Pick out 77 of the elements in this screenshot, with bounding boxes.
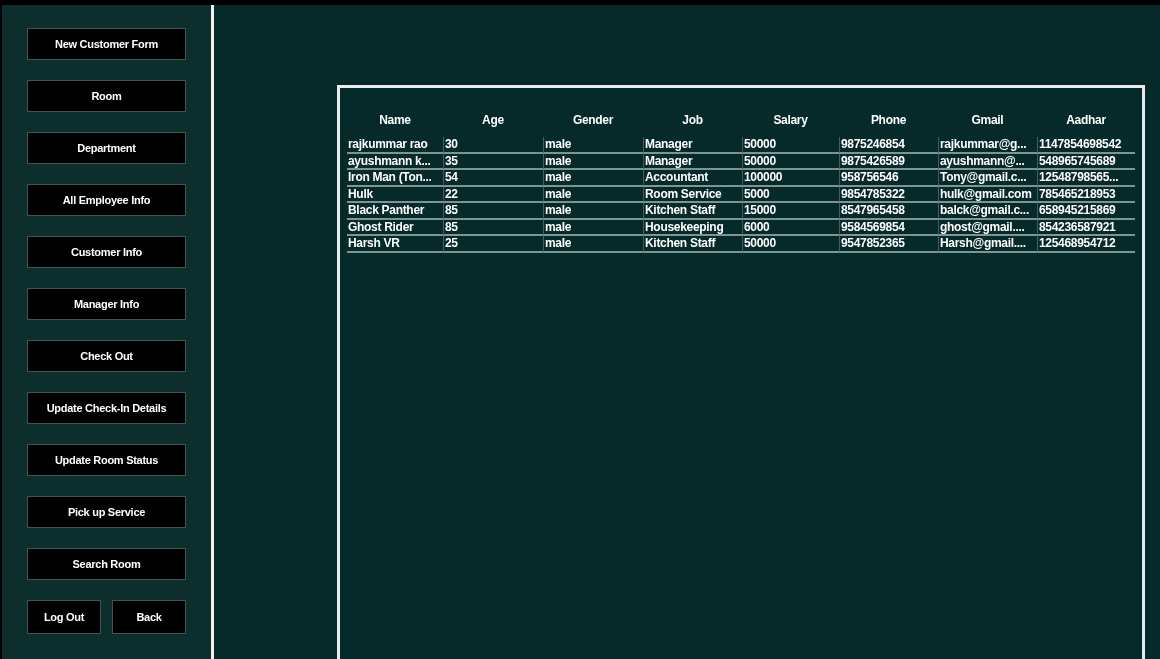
column-header: Gender bbox=[571, 112, 615, 129]
table-cell: Hulk bbox=[347, 186, 443, 203]
table-cell: ghost@gmail.... bbox=[938, 219, 1037, 236]
table-cell: 958756546 bbox=[839, 170, 938, 187]
table-cell: Accountant bbox=[643, 170, 742, 187]
table-cell: ayushmann k... bbox=[347, 153, 443, 170]
table-cell: 9854785322 bbox=[839, 186, 938, 203]
column-header: Salary bbox=[772, 112, 809, 129]
menu-button[interactable]: All Employee Info bbox=[27, 184, 186, 216]
table-cell: 25 bbox=[443, 236, 543, 253]
column-header: Name bbox=[378, 112, 412, 129]
table-cell: 100000 bbox=[742, 170, 839, 187]
table-cell: 50000 bbox=[742, 236, 839, 253]
table-cell: 5000 bbox=[742, 186, 839, 203]
table-cell: 1147854698542 bbox=[1037, 137, 1135, 154]
table-cell: male bbox=[543, 219, 643, 236]
table-cell: rajkummar@g... bbox=[938, 137, 1037, 154]
table-cell: 9547852365 bbox=[839, 236, 938, 253]
menu-button[interactable]: Manager Info bbox=[27, 288, 186, 320]
table-cell: male bbox=[543, 137, 643, 154]
menu-button[interactable]: New Customer Form bbox=[27, 28, 186, 60]
column-header: Gmail bbox=[970, 112, 1005, 129]
table-cell: Harsh VR bbox=[347, 236, 443, 253]
menu-button[interactable]: Update Room Status bbox=[27, 444, 186, 476]
table-cell: 9875246854 bbox=[839, 137, 938, 154]
table-cell: Black Panther bbox=[347, 203, 443, 220]
menu-button[interactable]: Department bbox=[27, 132, 186, 164]
menu-button[interactable]: Update Check-In Details bbox=[27, 392, 186, 424]
back-button[interactable]: Back bbox=[112, 600, 186, 634]
table-cell: 8547965458 bbox=[839, 203, 938, 220]
table-cell: Iron Man (Ton... bbox=[347, 170, 443, 187]
column-header: Job bbox=[681, 112, 704, 129]
menu-button[interactable]: Check Out bbox=[27, 340, 186, 372]
column-header: Aadhar bbox=[1065, 112, 1107, 129]
table-cell: 30 bbox=[443, 137, 543, 154]
table-cell: 785465218953 bbox=[1037, 186, 1135, 203]
table-cell: 35 bbox=[443, 153, 543, 170]
table-cell: 548965745689 bbox=[1037, 153, 1135, 170]
logout-button[interactable]: Log Out bbox=[27, 600, 101, 634]
column-header: Age bbox=[481, 112, 505, 129]
table-cell: rajkummar rao bbox=[347, 137, 443, 154]
table-cell: 54 bbox=[443, 170, 543, 187]
table-cell: 9584569854 bbox=[839, 219, 938, 236]
table-cell: 50000 bbox=[742, 153, 839, 170]
table-cell: Kitchen Staff bbox=[643, 203, 742, 220]
table-cell: 125468954712 bbox=[1037, 236, 1135, 253]
table-cell: ayushmann@... bbox=[938, 153, 1037, 170]
table-cell: hulk@gmail.com bbox=[938, 186, 1037, 203]
table-cell: 15000 bbox=[742, 203, 839, 220]
table-cell: 22 bbox=[443, 186, 543, 203]
table-cell: 658945215869 bbox=[1037, 203, 1135, 220]
table-cell: 6000 bbox=[742, 219, 839, 236]
table-cell: 85 bbox=[443, 219, 543, 236]
menu-button[interactable]: Search Room bbox=[27, 548, 186, 580]
table-cell: balck@gmail.c... bbox=[938, 203, 1037, 220]
table-cell: Manager bbox=[643, 137, 742, 154]
table-cell: Housekeeping bbox=[643, 219, 742, 236]
table-cell: Kitchen Staff bbox=[643, 236, 742, 253]
table-cell: 854236587921 bbox=[1037, 219, 1135, 236]
table-cell: male bbox=[543, 236, 643, 253]
table-cell: male bbox=[543, 203, 643, 220]
table-cell: Tony@gmail.c... bbox=[938, 170, 1037, 187]
table-cell: Manager bbox=[643, 153, 742, 170]
table-cell: male bbox=[543, 186, 643, 203]
column-header: Phone bbox=[869, 112, 908, 129]
menu-button[interactable]: Customer Info bbox=[27, 236, 186, 268]
table-cell: 50000 bbox=[742, 137, 839, 154]
table-cell: male bbox=[543, 170, 643, 187]
table-cell: male bbox=[543, 153, 643, 170]
menu-button[interactable]: Pick up Service bbox=[27, 496, 186, 528]
table-cell: 12548798565... bbox=[1037, 170, 1135, 187]
table-cell: 85 bbox=[443, 203, 543, 220]
table-cell: Ghost Rider bbox=[347, 219, 443, 236]
menu-button[interactable]: Room bbox=[27, 80, 186, 112]
table-cell: 9875426589 bbox=[839, 153, 938, 170]
table-cell: Room Service bbox=[643, 186, 742, 203]
table-cell: Harsh@gmail.... bbox=[938, 236, 1037, 253]
